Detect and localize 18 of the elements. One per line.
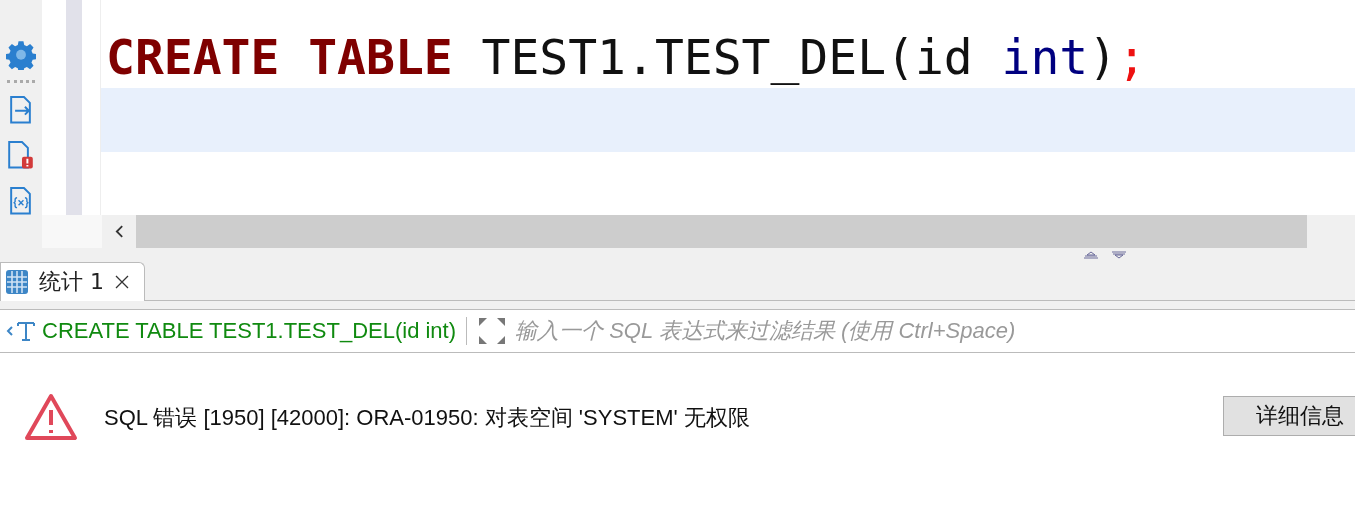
- details-button[interactable]: 详细信息: [1223, 396, 1355, 436]
- warning-icon: [24, 393, 78, 441]
- query-text: CREATE TABLE TEST1.TEST_DEL(id int): [42, 318, 457, 344]
- filter-field[interactable]: CREATE TABLE TEST1.TEST_DEL(id int) 输入一个 SQL 表达式来过滤结果 (使用 Ctrl+Space): [0, 309, 1355, 353]
- grid-icon: [5, 269, 29, 295]
- file-export-icon[interactable]: [9, 94, 33, 124]
- code-line: CREATE TABLE TEST1.TEST_DEL(id int);: [105, 28, 1148, 86]
- settings-icon[interactable]: [6, 40, 36, 70]
- sql-text-icon: [6, 320, 36, 342]
- expand-icon[interactable]: [477, 316, 508, 346]
- result-tab[interactable]: 统计 1: [0, 262, 145, 301]
- file-error-icon[interactable]: [7, 140, 35, 170]
- file-variable-icon[interactable]: [9, 185, 33, 215]
- close-icon[interactable]: [114, 274, 130, 290]
- filter-input[interactable]: 输入一个 SQL 表达式来过滤结果 (使用 Ctrl+Space): [513, 317, 1355, 345]
- collapse-down-icon[interactable]: [1111, 251, 1127, 259]
- error-message: SQL 错误 [1950] [42000]: ORA-01950: 对表空间 'SYSTEM' 无权限: [104, 404, 751, 432]
- collapse-up-icon[interactable]: [1083, 251, 1099, 259]
